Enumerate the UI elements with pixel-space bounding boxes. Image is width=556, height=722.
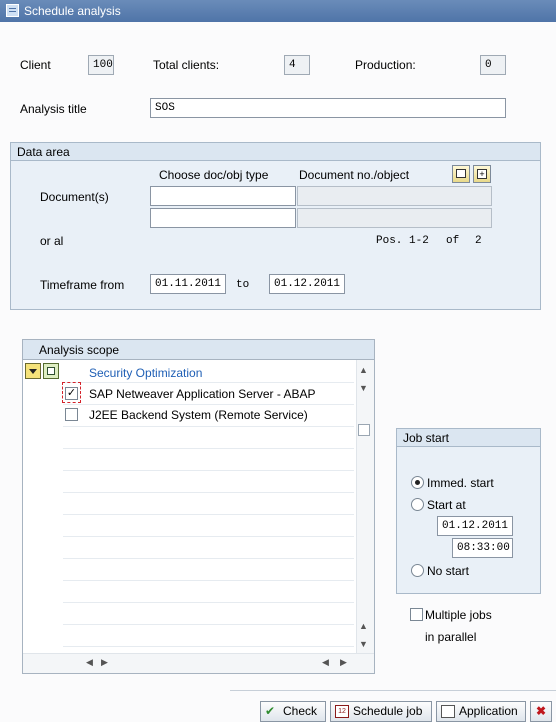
no-start-label: No start [427,564,470,578]
scroll-right-arrow-icon[interactable]: ▶ [101,657,108,668]
select-detail-icon[interactable]: + [473,165,491,183]
doc-type-input-2[interactable] [150,208,296,228]
timeframe-from-label: Timeframe from [40,278,125,292]
position-indicator: Pos. 1-2 [376,235,429,247]
analysis-title-label: Analysis title [20,102,87,116]
scope-item-j2ee[interactable]: J2EE Backend System (Remote Service) [89,408,308,422]
production-label: Production: [355,58,416,72]
scroll-left-arrow-icon[interactable]: ◀ [86,657,93,668]
scroll-right-arrow-icon-2[interactable]: ▶ [340,657,347,668]
client-label: Client [20,58,51,72]
scope-item-abap[interactable]: SAP Netweaver Application Server - ABAP [89,387,316,401]
window-title: Schedule analysis [24,4,121,18]
multiple-jobs-label: Multiple jobs [425,608,492,622]
start-time-input[interactable]: 08:33:00 [452,538,513,558]
timeframe-to-input[interactable]: 01.12.2011 [269,274,345,294]
doc-type-column-header: Choose doc/obj type [159,168,269,182]
scroll-down-arrow-icon[interactable]: ▼ [359,383,368,393]
multiple-jobs-checkbox[interactable] [410,608,423,621]
check-button[interactable]: ✔ Check [260,701,326,722]
analysis-scope-title: Analysis scope [23,340,374,360]
job-start-title: Job start [397,429,540,447]
position-of-label: of [446,235,460,247]
scroll-left-arrow-icon-2[interactable]: ◀ [322,657,329,668]
doc-number-column-header: Document no./object [299,168,410,182]
schedule-icon [6,4,19,17]
start-date-input[interactable]: 01.12.2011 [437,516,513,536]
or-al-label: or al [40,234,64,248]
window-title-bar: Schedule analysis [0,0,556,22]
schedule-job-button[interactable]: 12 Schedule job [330,701,432,722]
total-clients-field: 4 [284,55,310,75]
checkbox-abap[interactable]: ✓ [65,387,78,400]
start-at-label: Start at [427,498,466,512]
timeframe-from-input[interactable]: 01.11.2011 [150,274,226,294]
scroll-up-arrow-icon-bottom[interactable]: ▲ [359,621,368,631]
client-field: 100 [88,55,114,75]
multiple-jobs-label-line2: in parallel [425,630,477,644]
application-button-label: Application [459,704,518,718]
check-icon: ✔ [265,704,276,718]
radio-no-start[interactable] [411,564,424,577]
tree-root-security-optimization[interactable]: Security Optimization [89,366,202,380]
expand-dropdown-icon[interactable] [25,363,41,379]
document-icon [441,705,455,718]
doc-number-input-1[interactable] [297,186,492,206]
tree-detail-icon[interactable] [43,363,59,379]
application-button[interactable]: Application [436,701,526,722]
calendar-icon: 12 [335,705,349,718]
vertical-scrollbar[interactable] [356,360,374,653]
cancel-icon: ✖ [535,704,547,718]
timeframe-to-label: to [236,279,250,291]
analysis-title-input[interactable]: SOS [150,98,506,118]
scroll-up-arrow-icon[interactable]: ▲ [359,365,368,375]
immediate-start-label: Immed. start [427,476,494,490]
schedule-job-label: Schedule job [353,704,423,718]
documents-label: Document(s) [40,190,109,204]
scroll-thumb[interactable] [358,424,370,436]
total-clients-label: Total clients: [153,58,220,72]
position-total: 2 [475,235,482,247]
data-area-title: Data area [11,143,540,161]
cancel-button[interactable]: ✖ [530,701,552,722]
check-button-label: Check [283,704,318,718]
checkbox-j2ee[interactable] [65,408,78,421]
doc-type-input-1[interactable] [150,186,296,206]
radio-start-at[interactable] [411,498,424,511]
print-icon[interactable] [452,165,470,183]
scroll-down-arrow-icon-bottom[interactable]: ▼ [359,639,368,649]
doc-number-input-2[interactable] [297,208,492,228]
production-field: 0 [480,55,506,75]
radio-immediate-start[interactable] [411,476,424,489]
footer-divider [230,690,556,691]
